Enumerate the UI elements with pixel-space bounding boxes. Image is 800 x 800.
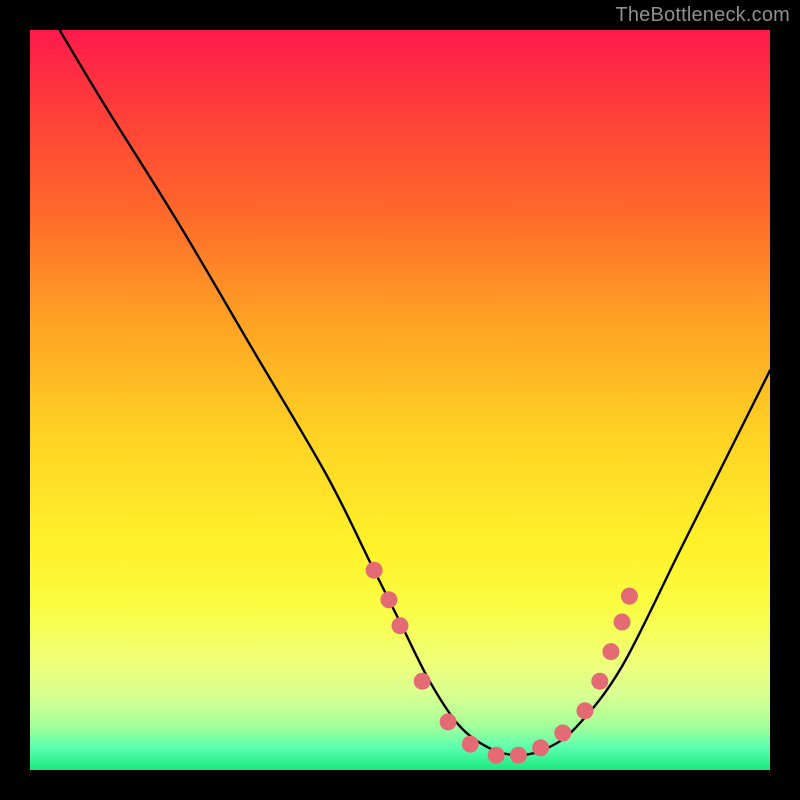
watermark-text: TheBottleneck.com: [615, 4, 790, 27]
gradient-plot-area: [30, 30, 770, 770]
chart-frame: TheBottleneck.com: [0, 0, 800, 800]
